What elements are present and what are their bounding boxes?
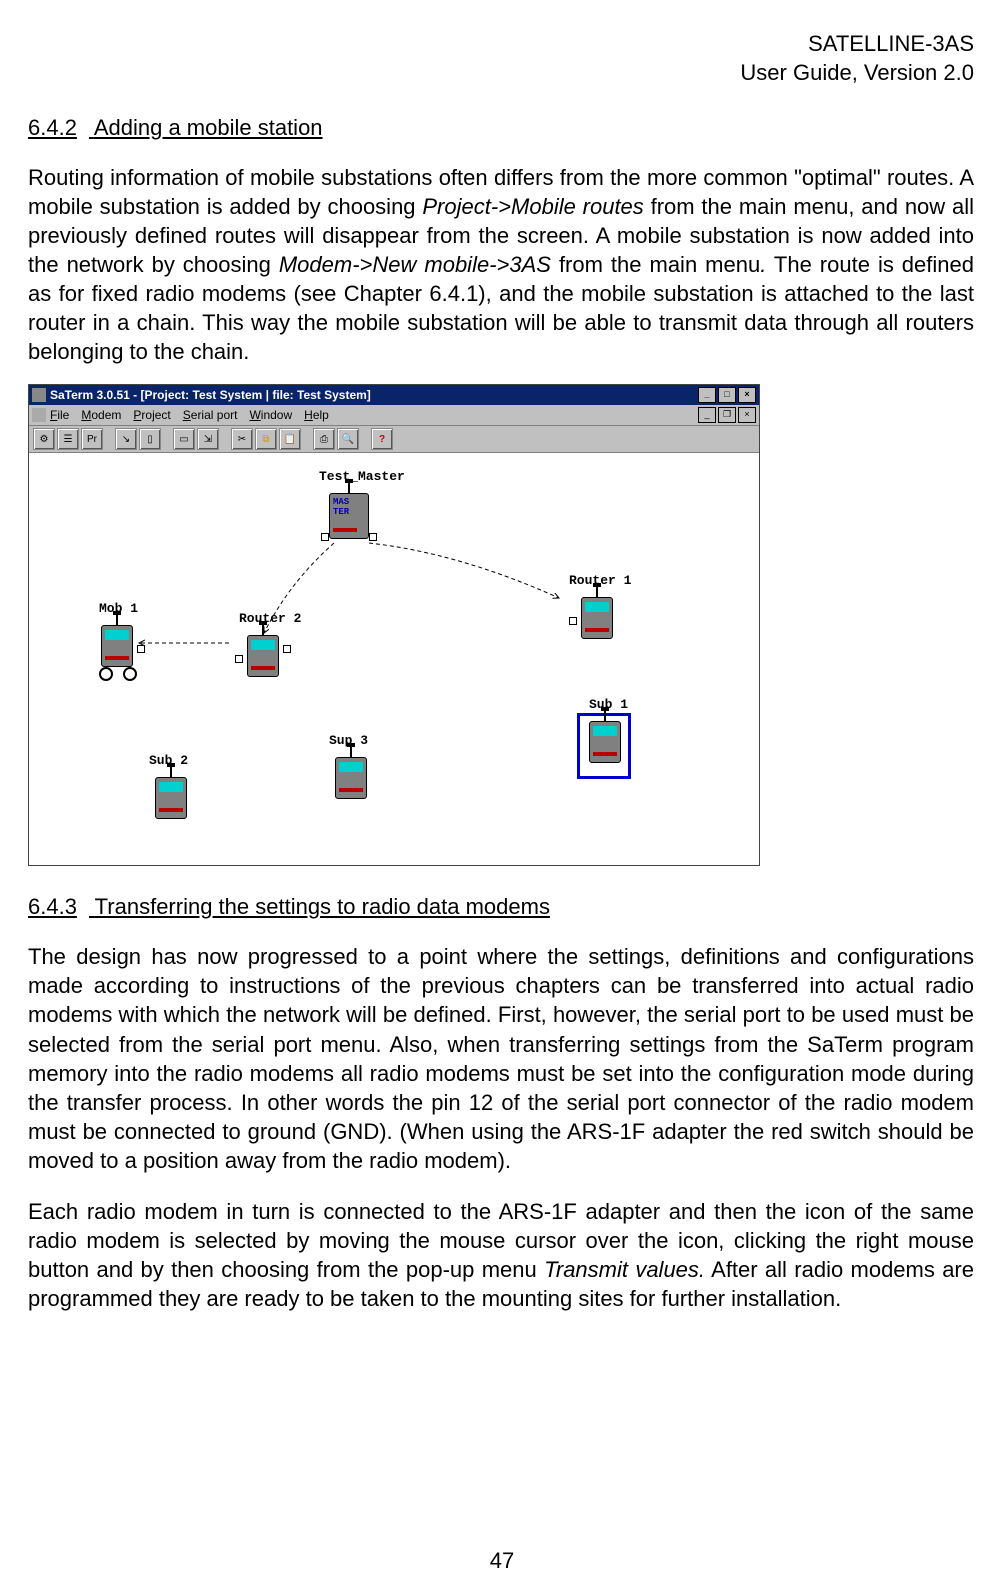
doc-subtitle: User Guide, Version 2.0 [28, 59, 974, 88]
tool-btn-6[interactable]: ⇲ [197, 428, 219, 450]
window-title: SaTerm 3.0.51 - [Project: Test System | … [50, 388, 698, 402]
para-643-1: The design has now progressed to a point… [28, 942, 974, 1174]
menu-serial-port[interactable]: Serial port [183, 408, 238, 422]
section-number: 6.4.3 [28, 894, 77, 919]
node-test-master[interactable]: MAS TER [329, 493, 369, 541]
titlebar: SaTerm 3.0.51 - [Project: Test System | … [29, 385, 759, 405]
close-button[interactable]: × [738, 387, 756, 403]
saterm-screenshot: SaTerm 3.0.51 - [Project: Test System | … [28, 384, 760, 866]
toolbar: ⚙ ☰ Pr ↘ ▯ ▭ ⇲ ✂ ⧉ 📋 ⎙ 🔍 ? [29, 426, 759, 453]
menu-modem[interactable]: Modem [81, 408, 121, 422]
label-test-master: Test_Master [319, 469, 405, 484]
menu-help[interactable]: Help [304, 408, 329, 422]
tool-btn-4[interactable]: ▯ [139, 428, 161, 450]
paste-icon[interactable]: 📋 [279, 428, 301, 450]
connection-lines [29, 453, 759, 865]
mdi-close-button[interactable]: × [738, 407, 756, 423]
mdi-icon [32, 408, 46, 422]
network-canvas[interactable]: Test_Master MAS TER Router 1 Router 2 [29, 453, 759, 865]
doc-title: SATELLINE-3AS [28, 30, 974, 59]
mdi-minimize-button[interactable]: _ [698, 407, 716, 423]
para-643-2: Each radio modem in turn is connected to… [28, 1197, 974, 1313]
section-number: 6.4.2 [28, 115, 77, 140]
doc-header: SATELLINE-3AS User Guide, Version 2.0 [28, 30, 974, 87]
node-sup3[interactable] [331, 757, 371, 805]
section-heading-643: 6.4.3 Transferring the settings to radio… [28, 894, 974, 920]
maximize-button[interactable]: □ [718, 387, 736, 403]
minimize-button[interactable]: _ [698, 387, 716, 403]
section-title: Transferring the settings to radio data … [95, 894, 550, 919]
menubar: File Modem Project Serial port Window He… [29, 405, 759, 426]
print-icon[interactable]: ⎙ [313, 428, 335, 450]
app-icon [32, 388, 46, 402]
cut-icon[interactable]: ✂ [231, 428, 253, 450]
tool-btn-2[interactable]: ☰ [57, 428, 79, 450]
tool-btn-7[interactable]: 🔍 [337, 428, 359, 450]
copy-icon[interactable]: ⧉ [255, 428, 277, 450]
help-icon[interactable]: ? [371, 428, 393, 450]
tool-btn-3[interactable]: ↘ [115, 428, 137, 450]
tool-btn-5[interactable]: ▭ [173, 428, 195, 450]
section-heading-642: 6.4.2 Adding a mobile station [28, 115, 974, 141]
node-mob1[interactable] [97, 625, 137, 673]
section-title: Adding a mobile station [94, 115, 323, 140]
page-number: 47 [0, 1548, 1004, 1574]
tool-btn-1[interactable]: ⚙ [33, 428, 55, 450]
menu-window[interactable]: Window [249, 408, 292, 422]
node-sub1[interactable] [585, 721, 625, 769]
menu-file[interactable]: File [50, 408, 69, 422]
para-642-1: Routing information of mobile substation… [28, 163, 974, 366]
node-sub2[interactable] [151, 777, 191, 825]
tool-btn-pr[interactable]: Pr [81, 428, 103, 450]
node-router2[interactable] [243, 635, 283, 683]
menu-project[interactable]: Project [133, 408, 170, 422]
mdi-restore-button[interactable]: ❐ [718, 407, 736, 423]
node-router1[interactable] [577, 597, 617, 645]
label-router2: Router 2 [239, 611, 301, 626]
